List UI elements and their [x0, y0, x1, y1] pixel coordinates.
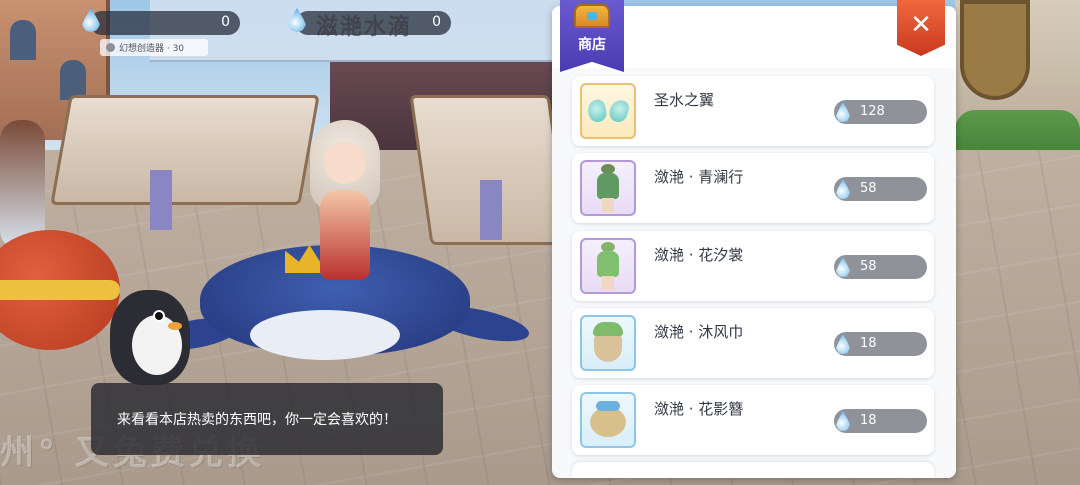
item-thumbnail — [580, 160, 636, 216]
character-body — [320, 190, 370, 280]
currency-value: 0 — [221, 14, 230, 30]
penguin-npc[interactable] — [110, 290, 190, 385]
shop-title: 商店 — [578, 37, 606, 53]
creator-tag: 幻想创造器 · 30 — [100, 39, 208, 56]
shop-item[interactable]: 潋滟 · 花影簪 18 — [572, 385, 934, 455]
shop-item[interactable]: 圣水之翼 128 — [572, 76, 934, 146]
item-thumbnail — [580, 238, 636, 294]
price-tag[interactable]: 128 — [834, 100, 927, 124]
shop-badge: 商店 — [560, 0, 624, 72]
water-drop-icon — [836, 102, 850, 122]
hairpin-icon — [588, 401, 628, 439]
penguin-beak — [168, 322, 182, 330]
water-drop-icon — [836, 411, 850, 431]
creator-dot-icon — [106, 43, 115, 52]
item-name: 潋滟 · 沐风巾 — [654, 323, 744, 341]
price-value: 128 — [860, 104, 885, 119]
headscarf-hair — [594, 332, 622, 362]
penguin-eye — [155, 312, 163, 320]
price-tag[interactable]: 18 — [834, 409, 927, 433]
currency-counter-left[interactable]: 0 — [82, 8, 240, 35]
treasure-chest-icon — [574, 4, 610, 28]
shop-item[interactable]: 潋滟 · 沐风巾 18 — [572, 308, 934, 378]
whale-belly — [250, 310, 400, 360]
creator-tag-label: 幻想创造器 · 30 — [119, 44, 185, 54]
price-value: 58 — [860, 181, 877, 196]
headscarf-icon — [590, 322, 626, 364]
price-value: 18 — [860, 413, 877, 428]
shield-decoration — [960, 0, 1030, 100]
character-face — [324, 142, 366, 184]
water-drop-icon — [836, 334, 850, 354]
item-thumbnail — [580, 83, 636, 139]
price-tag[interactable]: 18 — [834, 332, 927, 356]
shop-item-partial[interactable] — [572, 462, 934, 478]
close-button[interactable]: ✕ — [897, 0, 945, 56]
dialog-text: 来看看本店热卖的东西吧，你一定会喜欢的！ — [117, 412, 397, 428]
outfit-icon — [597, 242, 619, 290]
price-tag[interactable]: 58 — [834, 255, 927, 279]
book-ribbon — [480, 180, 502, 240]
npc-dialog-box[interactable]: 来看看本店热卖的东西吧，你一定会喜欢的！ — [91, 383, 443, 455]
close-icon: ✕ — [910, 10, 932, 40]
item-thumbnail — [580, 392, 636, 448]
item-name: 潋滟 · 花汐裳 — [654, 246, 744, 264]
currency-label: 滋滟水滴 — [316, 15, 413, 40]
shopkeeper-character[interactable] — [300, 120, 390, 280]
water-drop-icon — [836, 179, 850, 199]
outfit-dress — [597, 251, 619, 277]
cushion-band — [0, 280, 120, 300]
water-drop-icon — [836, 257, 850, 277]
price-tag[interactable]: 58 — [834, 177, 927, 201]
shop-item[interactable]: 潋滟 · 花汐裳 58 — [572, 231, 934, 301]
outfit-legs — [602, 198, 614, 212]
outfit-legs — [602, 276, 614, 290]
book-ribbon — [150, 170, 172, 230]
giant-book-left — [50, 95, 320, 205]
item-thumbnail — [580, 315, 636, 371]
item-name: 潋滟 · 青澜行 — [654, 168, 744, 186]
item-name: 圣水之翼 — [654, 91, 715, 109]
currency-counter-right[interactable]: 滋滟水滴 0 — [288, 8, 451, 40]
currency-value: 0 — [432, 14, 441, 30]
hairpin-bow — [596, 401, 620, 411]
shop-item[interactable]: 潋滟 · 青澜行 58 — [572, 153, 934, 223]
outfit-icon — [597, 164, 619, 212]
wing-icon — [588, 98, 628, 124]
headscarf-band — [593, 322, 623, 336]
price-value: 58 — [860, 259, 877, 274]
hairpin-hair — [590, 407, 626, 437]
item-name: 潋滟 · 花影簪 — [654, 400, 744, 418]
price-value: 18 — [860, 336, 877, 351]
outfit-dress — [597, 173, 619, 199]
